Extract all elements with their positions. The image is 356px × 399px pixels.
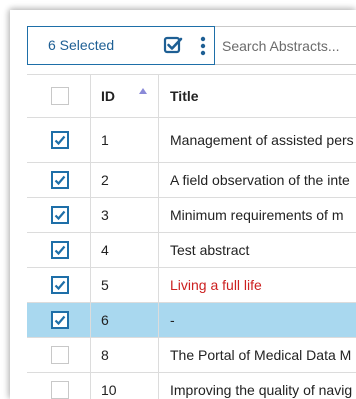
header-checkbox-cell bbox=[27, 75, 91, 117]
row-id: 1 bbox=[101, 132, 109, 148]
selection-menu[interactable]: 6 Selected bbox=[27, 26, 215, 65]
row-id: 3 bbox=[101, 207, 109, 223]
search-input[interactable] bbox=[215, 26, 356, 65]
table-row[interactable]: 2 A field observation of the inte bbox=[27, 163, 356, 198]
row-id: 2 bbox=[101, 172, 109, 188]
table-row[interactable]: 3 Minimum requirements of m bbox=[27, 198, 356, 233]
row-checkbox[interactable] bbox=[51, 131, 69, 149]
row-id: 4 bbox=[101, 242, 109, 258]
selected-count: 6 Selected bbox=[48, 37, 115, 53]
table-row[interactable]: 1 Management of assisted pers bbox=[27, 118, 356, 163]
row-checkbox[interactable] bbox=[51, 206, 69, 224]
table-row[interactable]: 10 Improving the quality of navig bbox=[27, 373, 356, 399]
row-checkbox[interactable] bbox=[51, 276, 69, 294]
table-row-active[interactable]: 6 - bbox=[27, 303, 356, 338]
id-column-header[interactable]: ID bbox=[91, 75, 159, 117]
row-title: Improving the quality of navig bbox=[170, 382, 353, 398]
row-checkbox[interactable] bbox=[51, 241, 69, 259]
toolbar: 6 Selected bbox=[10, 10, 356, 84]
abstracts-panel: 6 Selected ID bbox=[10, 10, 356, 399]
row-title: Living a full life bbox=[170, 277, 262, 293]
row-id: 8 bbox=[101, 347, 109, 363]
row-title: A field observation of the inte bbox=[170, 172, 350, 188]
title-header-label: Title bbox=[170, 88, 199, 104]
row-checkbox[interactable] bbox=[51, 311, 69, 329]
row-title: The Portal of Medical Data M bbox=[170, 347, 352, 363]
row-title: Test abstract bbox=[170, 242, 250, 258]
row-id: 10 bbox=[101, 382, 117, 398]
row-id: 5 bbox=[101, 277, 109, 293]
table-row[interactable]: 8 The Portal of Medical Data M bbox=[27, 338, 356, 373]
row-title: Minimum requirements of m bbox=[170, 207, 344, 223]
table-row[interactable]: 5 Living a full life bbox=[27, 268, 356, 303]
row-id: 6 bbox=[101, 312, 109, 328]
title-column-header[interactable]: Title bbox=[159, 75, 356, 117]
sort-ascending-icon bbox=[139, 88, 147, 94]
more-options-icon[interactable] bbox=[198, 35, 208, 57]
select-all-checkbox[interactable] bbox=[51, 87, 69, 105]
id-header-label: ID bbox=[101, 88, 115, 104]
row-checkbox[interactable] bbox=[51, 381, 69, 399]
row-title: Management of assisted pers bbox=[170, 132, 354, 148]
row-title: - bbox=[170, 312, 175, 328]
row-checkbox[interactable] bbox=[51, 346, 69, 364]
table-row[interactable]: 4 Test abstract bbox=[27, 233, 356, 268]
row-checkbox[interactable] bbox=[51, 171, 69, 189]
select-all-checkbox-icon[interactable] bbox=[163, 35, 183, 55]
abstracts-table: ID Title 1 Management of assisted pers 2… bbox=[27, 74, 356, 399]
table-header-row: ID Title bbox=[27, 74, 356, 118]
